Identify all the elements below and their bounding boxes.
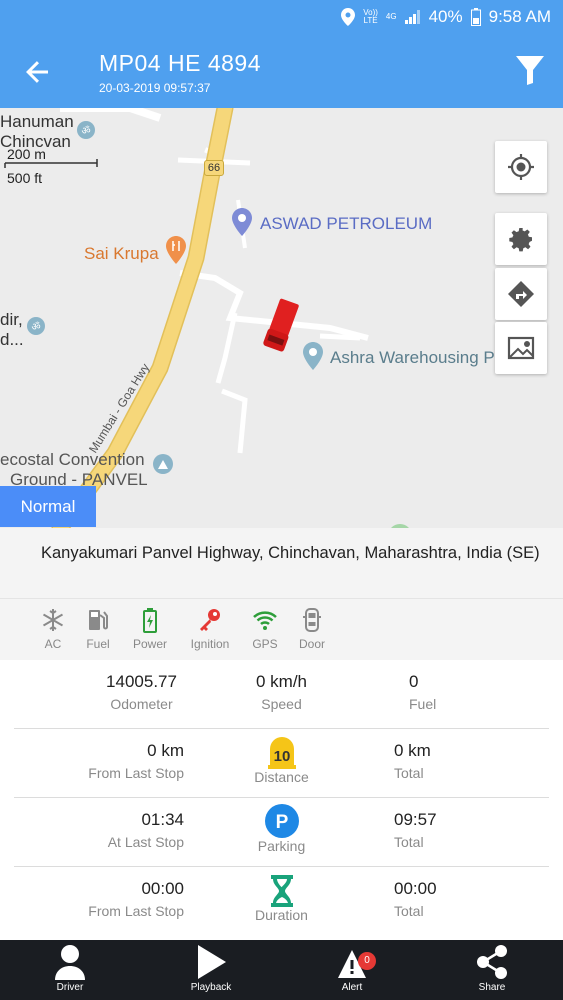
app-bar: MP04 HE 4894 20-03-2019 09:57:37	[0, 34, 563, 108]
trip-stats: 14005.77 Odometer 0 km/h Speed 0 Fuel 0 …	[14, 660, 549, 940]
hourglass-icon	[270, 875, 293, 907]
alert-count-badge: 0	[358, 952, 376, 970]
gear-icon	[509, 228, 532, 252]
signal-icon	[404, 10, 421, 24]
map-label: ASWAD PETROLEUM	[260, 214, 433, 233]
person-icon	[55, 945, 85, 980]
map-scale-feet: 500 ft	[7, 170, 43, 186]
sensor-power: Power	[122, 607, 178, 651]
parking-icon: P	[264, 804, 299, 838]
parking-total: 09:57 Total	[394, 810, 437, 850]
last-update-time: 20-03-2019 09:57:37	[99, 81, 211, 95]
speed: 0 km/h Speed	[255, 672, 308, 712]
duration-from-last-stop: 00:00 From Last Stop	[88, 879, 184, 919]
location-icon	[341, 8, 356, 26]
crosshair-icon	[508, 154, 534, 180]
parking-at-last-stop: 01:34 At Last Stop	[107, 810, 184, 850]
odometer: 14005.77 Odometer	[106, 672, 177, 712]
map-type-icon	[507, 336, 535, 360]
restaurant-poi-icon	[166, 236, 186, 264]
nav-share[interactable]: Share	[452, 944, 532, 993]
svg-text:10: 10	[273, 748, 290, 765]
vehicle-number: MP04 HE 4894	[99, 50, 261, 76]
battery-percent: 40%	[428, 7, 463, 26]
clock: 9:58 AM	[488, 7, 551, 26]
map-label: Ashra Warehousing P	[330, 348, 495, 367]
network-type: 4G	[385, 12, 397, 21]
key-icon	[200, 609, 220, 631]
battery-charging-icon	[143, 608, 157, 633]
battery-icon	[470, 8, 481, 26]
stats-row-primary: 14005.77 Odometer 0 km/h Speed 0 Fuel	[14, 660, 549, 729]
distance-from-last-stop: 0 km From Last Stop	[88, 741, 184, 781]
duration-total: 00:00 Total	[394, 879, 437, 919]
map-scale-meters: 200 m	[7, 146, 46, 162]
directions-icon	[508, 281, 534, 307]
map-label: d...	[0, 330, 24, 349]
duration: Duration	[214, 875, 349, 923]
nav-alert[interactable]: Alert 0	[312, 944, 392, 993]
svg-text:P: P	[275, 812, 288, 833]
map-label: Hanuman	[0, 112, 74, 131]
map-label: Sai Krupa	[84, 244, 159, 263]
back-arrow-icon[interactable]	[22, 56, 54, 88]
map-label: dir,	[0, 310, 23, 329]
car-door-icon	[303, 608, 321, 632]
settings-button[interactable]	[495, 213, 547, 265]
gas-station-poi-icon	[232, 208, 252, 236]
stats-row-duration: 00:00 From Last Stop Duration 00:00 Tota…	[14, 867, 549, 936]
vehicle-marker-icon[interactable]	[256, 296, 306, 356]
sensor-ignition: Ignition	[182, 607, 238, 651]
volte-indicator: Vo)) LTE	[363, 8, 378, 25]
parking: P Parking	[214, 804, 349, 854]
map-type-button[interactable]	[495, 322, 547, 374]
vehicle-address: Kanyakumari Panvel Highway, Chinchavan, …	[0, 528, 563, 598]
play-icon	[198, 945, 226, 979]
directions-button[interactable]	[495, 268, 547, 320]
map-view[interactable]: ॐ ॐ Hanuman Chincvan 200 m 500 ft 66 ASW…	[0, 108, 563, 528]
fuel-level: 0 Fuel	[409, 672, 437, 712]
wifi-icon	[253, 611, 277, 630]
my-location-button[interactable]	[495, 141, 547, 193]
nav-driver[interactable]: Driver	[30, 944, 110, 993]
stats-row-parking: 01:34 At Last Stop P Parking 09:57 Total	[14, 798, 549, 867]
status-bar: Vo)) LTE 4G 40% 9:58 AM	[0, 0, 563, 34]
convention-poi-icon	[153, 454, 173, 474]
svg-text:ॐ: ॐ	[31, 321, 40, 333]
sensor-fuel: Fuel	[70, 607, 126, 651]
map-mode-button[interactable]: Normal	[0, 486, 96, 527]
bottom-navigation: Driver Playback Alert 0 Share	[0, 940, 563, 1000]
sensor-door: Door	[284, 607, 340, 651]
fuel-pump-icon	[89, 610, 108, 630]
temple-poi-icon: ॐ	[77, 121, 95, 139]
stats-row-distance: 0 km From Last Stop 10 Distance 0 km Tot…	[14, 729, 549, 798]
temple-poi-icon: ॐ	[27, 317, 45, 335]
svg-text:ॐ: ॐ	[81, 125, 90, 137]
distance-total: 0 km Total	[394, 741, 431, 781]
sensor-strip: AC Fuel Power Ignition GPS Door	[0, 598, 563, 660]
distance: 10 Distance	[214, 737, 349, 785]
snowflake-icon	[42, 609, 64, 631]
map-label: ecostal Convention	[0, 450, 145, 469]
warehouse-poi-icon	[303, 342, 323, 370]
distance-badge-icon: 10	[267, 737, 296, 769]
share-icon	[477, 945, 507, 979]
filter-icon[interactable]	[515, 54, 545, 86]
route-shield: 66	[204, 160, 224, 176]
nav-playback[interactable]: Playback	[171, 944, 251, 993]
